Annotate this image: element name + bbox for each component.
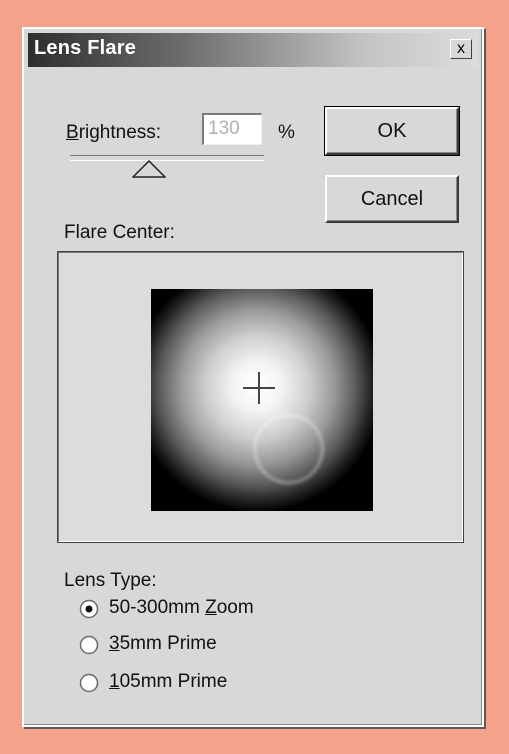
brightness-label-rest: rightness:: [78, 122, 162, 143]
lens-type-label: Lens Type:: [64, 570, 157, 591]
lens-flare-dialog: Lens Flare x Brightness: 130 % OK Cancel…: [22, 27, 484, 727]
window-title: Lens Flare: [34, 37, 137, 59]
close-button[interactable]: x: [450, 39, 472, 59]
brightness-unit: %: [278, 122, 295, 143]
brightness-slider-track[interactable]: [70, 155, 264, 161]
flare-center-frame: [57, 251, 464, 543]
ok-button[interactable]: OK: [324, 106, 460, 156]
brightness-input[interactable]: 130: [202, 113, 262, 145]
title-bar[interactable]: Lens Flare x: [28, 33, 478, 67]
close-icon: x: [457, 40, 465, 57]
crosshair-icon[interactable]: [241, 370, 277, 406]
radio-icon[interactable]: [79, 673, 99, 693]
flare-center-label: Flare Center:: [64, 222, 175, 243]
slider-thumb-icon[interactable]: [132, 160, 166, 178]
lens-option-label: 105mm Prime: [109, 671, 228, 692]
flare-preview[interactable]: [151, 289, 373, 511]
brightness-label-mnemonic: B: [66, 122, 79, 143]
brightness-label: Brightness:: [66, 122, 161, 144]
cancel-button[interactable]: Cancel: [325, 175, 459, 223]
radio-icon[interactable]: [79, 599, 99, 619]
lens-option-label: 50-300mm Zoom: [109, 597, 254, 618]
lens-option-label: 35mm Prime: [109, 633, 217, 654]
radio-icon[interactable]: [79, 635, 99, 655]
